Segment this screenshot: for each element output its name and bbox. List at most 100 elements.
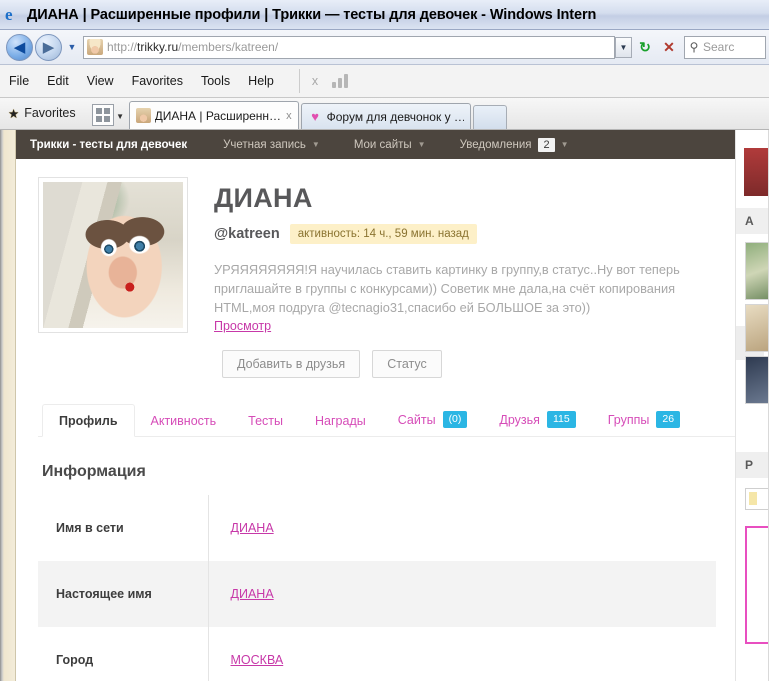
table-row: Город МОСКВА (38, 627, 716, 681)
notifications-badge: 2 (538, 137, 555, 152)
site-favicon-icon (87, 39, 103, 55)
history-dropdown-button[interactable]: ▼ (64, 42, 80, 52)
back-arrow-icon: ◀ (13, 38, 26, 56)
sidebar-thumbnail[interactable] (745, 242, 769, 300)
menu-bar: File Edit View Favorites Tools Help x (0, 65, 769, 98)
signal-bars-icon[interactable] (332, 74, 349, 88)
page-title: ДИАНА (214, 183, 313, 213)
search-icon: ⚲ (689, 40, 699, 54)
profile-status-text: УРЯЯЯЯЯЯЯЯ!Я научилась ставить картинку … (214, 262, 680, 315)
sitebar-item-my-sites-label: Мои сайты (353, 138, 412, 151)
sidebar-heading-2: Р (736, 452, 769, 478)
close-toolbar-icon[interactable]: x (310, 74, 332, 88)
star-icon: ★ (8, 106, 20, 121)
refresh-icon[interactable]: ↻ (633, 35, 657, 59)
browser-tab-1-label: ДИАНА | Расширенн… (154, 108, 281, 123)
tab-activity-label: Активность (150, 414, 217, 429)
heart-favicon-icon: ♥ (311, 109, 319, 124)
chevron-down-icon: ▼ (560, 140, 569, 149)
page-content: Трикки - тесты для девочек Учетная запис… (16, 130, 769, 681)
new-tab-button[interactable] (472, 105, 507, 129)
sidebar-thumbnail[interactable] (745, 356, 769, 404)
activity-badge: активность: 14 ч., 59 мин. назад (289, 224, 477, 244)
sidebar-photo[interactable] (744, 148, 769, 196)
favorites-button[interactable]: ★ Favorites (0, 97, 86, 129)
tab-profile[interactable]: Профиль (42, 404, 135, 438)
tab-awards[interactable]: Награды (299, 405, 382, 436)
title-bar: e ДИАНА | Расширенные профили | Трикки —… (0, 0, 769, 30)
close-tab-icon[interactable]: x (286, 110, 292, 122)
section-title-information: Информация (42, 463, 146, 481)
menu-item-edit[interactable]: Edit (38, 72, 78, 90)
address-bar[interactable]: http://trikky.ru/members/katreen/ (83, 35, 615, 59)
table-row: Настоящее имя ДИАНА (38, 561, 716, 628)
tab-friends[interactable]: Друзья 115 (483, 402, 591, 436)
info-link-city[interactable]: МОСКВА (231, 653, 284, 667)
add-friend-button[interactable]: Добавить в друзья (222, 350, 361, 378)
avatar[interactable] (38, 177, 188, 333)
tab-tests[interactable]: Тесты (232, 405, 299, 436)
tab-groups[interactable]: Группы 26 (592, 402, 696, 436)
tab-strip: ▼ ДИАНА | Расширенн… x ♥ Форум для девчо… (86, 97, 507, 129)
navigation-toolbar: ◀ ▶ ▼ http://trikky.ru/members/katreen/ … (0, 30, 769, 65)
menu-item-tools[interactable]: Tools (192, 72, 239, 90)
profile-tab-nav: Профиль Активность Тесты Награды Сайты (0… (38, 402, 747, 438)
tab-list-caret-icon[interactable]: ▼ (114, 112, 127, 121)
tab-friends-count: 115 (546, 411, 576, 429)
tab-friends-label: Друзья (499, 412, 540, 427)
menu-item-help[interactable]: Help (239, 72, 283, 90)
tab-sites-label: Сайты (397, 412, 436, 427)
site-admin-bar: Трикки - тесты для девочек Учетная запис… (16, 130, 769, 159)
sidebar-promo-box[interactable] (745, 526, 769, 644)
page-viewport: Трикки - тесты для девочек Учетная запис… (0, 130, 769, 681)
info-value-real-name: ДИАНА (208, 561, 716, 627)
profile-page: ДИАНА @katreen активность: 14 ч., 59 мин… (16, 159, 769, 681)
info-link-screen-name[interactable]: ДИАНА (231, 521, 274, 535)
status-button[interactable]: Статус (372, 350, 442, 378)
sidebar-heading-1: A (736, 208, 769, 234)
sitebar-item-account[interactable]: Учетная запись ▼ (223, 139, 320, 151)
browser-tab-2[interactable]: ♥ Форум для девчонок у … (300, 103, 471, 129)
sitebar-item-notifications[interactable]: Уведомления 2 ▼ (460, 137, 569, 152)
profile-header-details: ДИАНА @katreen активность: 14 ч., 59 мин… (214, 177, 747, 378)
table-row: Имя в сети ДИАНА (38, 495, 716, 562)
back-button[interactable]: ◀ (6, 33, 33, 61)
info-label-real-name: Настоящее имя (38, 561, 209, 628)
menu-item-view[interactable]: View (78, 72, 123, 90)
sidebar-input[interactable] (745, 488, 769, 510)
profile-nickname: @katreen (214, 226, 280, 242)
info-label-city: Город (38, 627, 209, 681)
window-title: ДИАНА | Расширенные профили | Трикки — т… (27, 6, 597, 23)
chevron-down-icon: ▼ (417, 140, 426, 149)
address-dropdown-button[interactable]: ▼ (615, 36, 632, 58)
tab-activity[interactable]: Активность (135, 405, 233, 436)
sitebar-item-my-sites[interactable]: Мои сайты ▼ (354, 139, 426, 151)
forward-button[interactable]: ▶ (35, 33, 62, 61)
forward-arrow-icon: ▶ (42, 38, 55, 56)
view-status-link[interactable]: Просмотр (214, 319, 271, 333)
quick-tabs-icon[interactable] (91, 104, 114, 126)
favorites-and-tabs-bar: ★ Favorites ▼ ДИАНА | Расширенн… x ♥ Фор… (0, 98, 769, 130)
sidebar-thumbnail[interactable] (745, 304, 769, 352)
address-text: http://trikky.ru/members/katreen/ (107, 40, 279, 54)
tab-tests-label: Тесты (248, 414, 284, 429)
menu-item-favorites[interactable]: Favorites (123, 72, 192, 90)
girl-favicon-icon (135, 108, 151, 123)
tab-sites[interactable]: Сайты (0) (382, 402, 484, 436)
profile-header: ДИАНА @katreen активность: 14 ч., 59 мин… (38, 177, 747, 378)
tab-sites-count: (0) (442, 411, 468, 429)
search-box[interactable]: ⚲ Searc (684, 35, 766, 59)
tab-groups-label: Группы (607, 412, 650, 427)
info-link-real-name[interactable]: ДИАНА (231, 587, 274, 601)
browser-tab-2-label: Форум для девчонок у … (326, 109, 464, 124)
info-value-screen-name: ДИАНА (208, 495, 716, 561)
stop-icon[interactable]: ✕ (657, 35, 681, 59)
browser-tab-1[interactable]: ДИАНА | Расширенн… x (128, 101, 299, 129)
right-sidebar: A Р (735, 130, 769, 681)
profile-actions: Добавить в друзья Статус (222, 350, 747, 378)
profile-info-table: Имя в сети ДИАНА Настоящее имя ДИАНА Гор… (38, 495, 716, 681)
menu-item-file[interactable]: File (0, 72, 38, 90)
search-placeholder: Searc (703, 40, 735, 54)
browser-window: e ДИАНА | Расширенные профили | Трикки —… (0, 0, 769, 681)
site-brand-link[interactable]: Трикки - тесты для девочек (30, 139, 187, 151)
